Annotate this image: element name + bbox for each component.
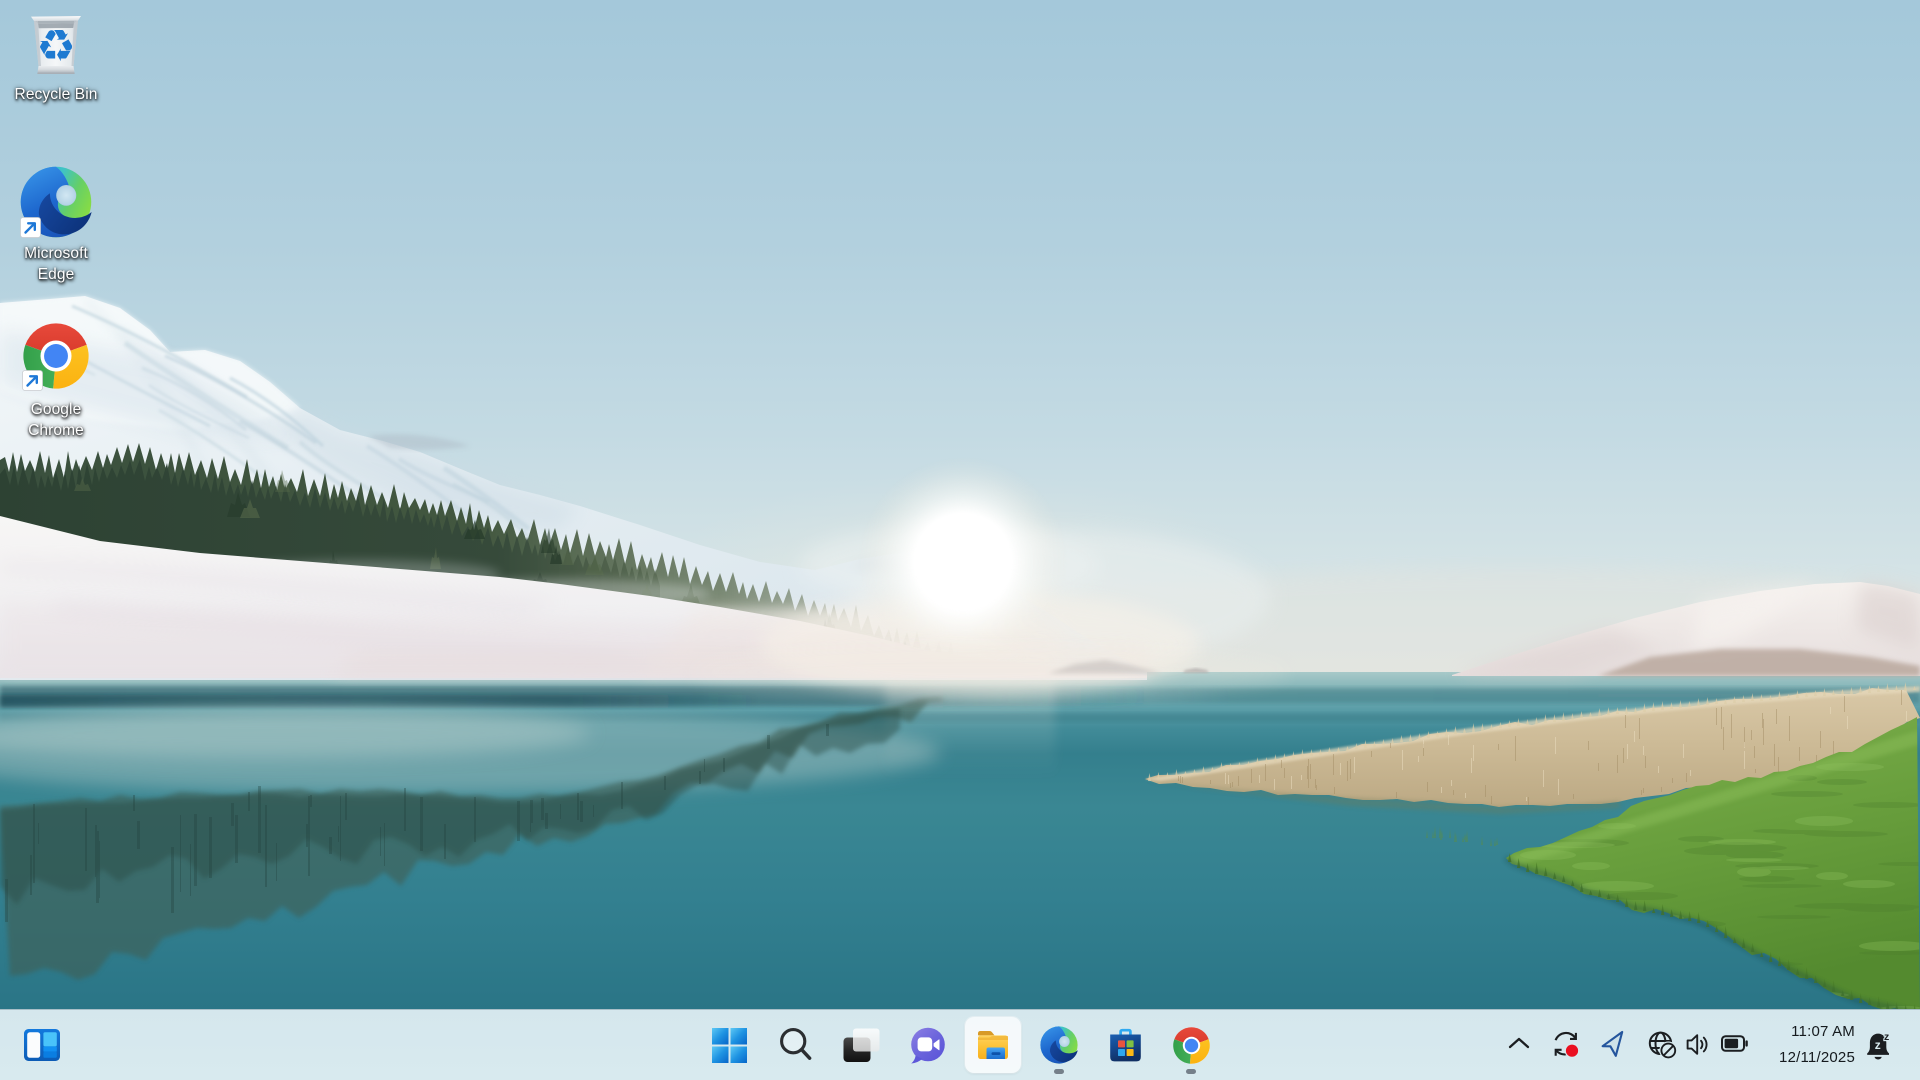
shortcut-arrow-icon	[20, 217, 41, 238]
folder-icon	[978, 1031, 1008, 1059]
bell-dnd-icon[interactable]: z z	[1866, 1031, 1892, 1060]
store-icon	[1109, 1028, 1141, 1062]
desktop-icon-label: Chrome	[28, 422, 84, 439]
svg-text:z: z	[1884, 1031, 1889, 1043]
taskbar-task-view-button[interactable]	[833, 1017, 889, 1073]
windows-logo-icon	[711, 1027, 747, 1063]
desktop: ♻ Recycle Bin Microsoft Edge Google Chrome…	[0, 0, 1920, 1080]
svg-text:♻: ♻	[36, 21, 75, 72]
taskbar: 11:07 AM 12/11/2025	[0, 1009, 1920, 1080]
desktop-icon-label: Recycle Bin	[14, 86, 98, 103]
recycle-bin-icon: ♻	[31, 16, 81, 74]
tray-sync-icon[interactable]	[1552, 1030, 1580, 1059]
tray-chevron-up-icon[interactable]	[1508, 1037, 1530, 1049]
tray-battery-icon[interactable]	[1721, 1035, 1748, 1052]
taskbar-chrome-button[interactable]	[1163, 1017, 1219, 1073]
tray-volume-icon[interactable]	[1686, 1033, 1711, 1056]
search-icon	[780, 1028, 812, 1060]
task-view-icon	[843, 1028, 879, 1062]
tray-location-icon[interactable]	[1599, 1030, 1625, 1058]
desktop-icon-label: Microsoft	[24, 245, 88, 262]
taskbar-file-explorer-button[interactable]	[965, 1017, 1021, 1073]
chrome-running-indicator	[1186, 1069, 1196, 1074]
desktop-icon-google-chrome[interactable]: Google Chrome	[0, 323, 112, 441]
desktop-icon-microsoft-edge[interactable]: Microsoft Edge	[0, 166, 112, 285]
clock-time: 11:07 AM	[1791, 1023, 1855, 1040]
clock-date: 12/11/2025	[1779, 1049, 1855, 1066]
chat-icon	[910, 1027, 945, 1063]
taskbar-search-button[interactable]	[767, 1017, 823, 1073]
chrome-logo	[1172, 1026, 1210, 1064]
shortcut-arrow-icon	[22, 370, 43, 391]
wallpaper-image	[0, 0, 1920, 1080]
taskbar-start-button[interactable]	[701, 1017, 757, 1073]
tray-globe-offline-icon[interactable]	[1648, 1031, 1677, 1059]
taskbar-chat-button[interactable]	[899, 1017, 955, 1073]
taskbar-edge-button[interactable]	[1031, 1017, 1087, 1073]
desktop-icon-label: Edge	[37, 266, 75, 283]
edge-logo	[1040, 1026, 1078, 1064]
desktop-icon-label: Google	[30, 401, 82, 418]
desktop-icon-recycle-bin[interactable]: ♻ Recycle Bin	[0, 14, 112, 105]
taskbar-widgets-button[interactable]	[14, 1017, 70, 1073]
taskbar-clock[interactable]: 11:07 AM 12/11/2025	[1779, 1019, 1855, 1071]
taskbar-store-button[interactable]	[1097, 1017, 1153, 1073]
widgets-icon	[24, 1029, 60, 1061]
svg-text:z: z	[1875, 1038, 1881, 1052]
edge-running-indicator	[1054, 1069, 1064, 1074]
